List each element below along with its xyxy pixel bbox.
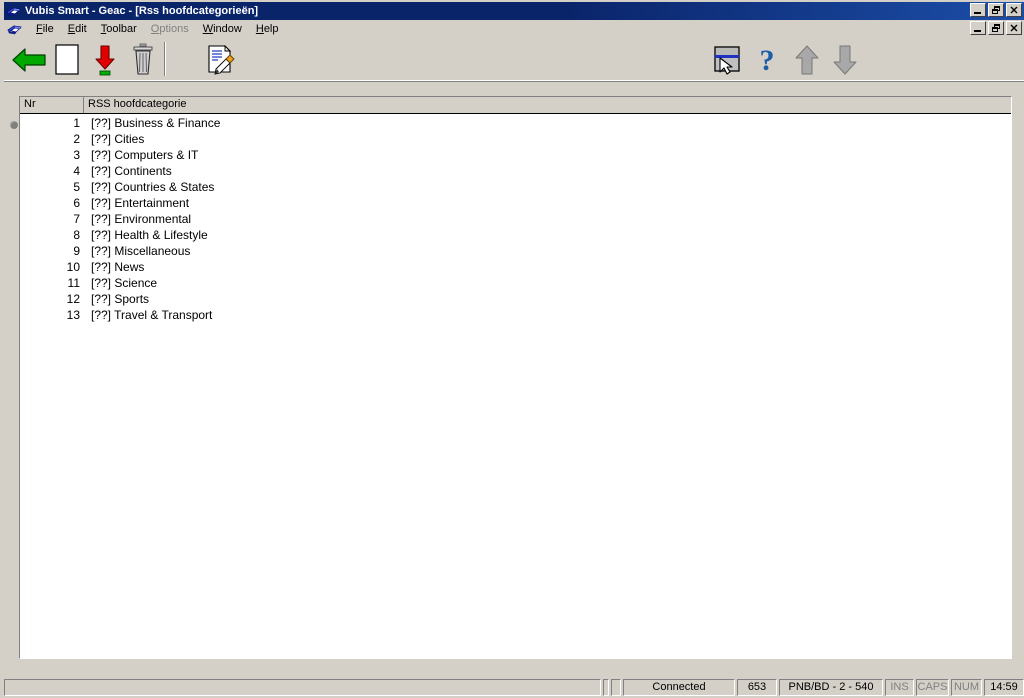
mdi-minimize-button[interactable] [970, 21, 986, 35]
row-number: 5 [73, 180, 80, 194]
move-down-button[interactable] [826, 41, 864, 79]
current-record-marker[interactable] [10, 121, 18, 129]
table-row[interactable]: 6 [??] Entertainment [20, 195, 1011, 211]
status-time: 14:59 [984, 679, 1024, 696]
menu-window[interactable]: Window [196, 22, 249, 37]
table-row[interactable]: 1 [??] Business & Finance [20, 115, 1011, 131]
grey-down-arrow-icon [833, 45, 857, 75]
row-number: 2 [73, 132, 80, 146]
select-down-button[interactable] [86, 41, 124, 79]
toolbar: ? [4, 38, 1024, 82]
blank-page-icon [55, 44, 79, 75]
mdi-restore-button[interactable] [988, 21, 1004, 35]
row-number: 12 [66, 292, 80, 306]
new-button[interactable] [48, 41, 86, 79]
table-row[interactable]: 7 [??] Environmental [20, 211, 1011, 227]
books-icon [6, 3, 22, 19]
pick-window-button[interactable] [708, 41, 746, 79]
close-button[interactable] [1006, 3, 1022, 17]
status-bar: Connected 653 PNB/BD - 2 - 540 INS CAPS … [4, 678, 1024, 696]
row-category-label: [??] Science [91, 276, 158, 290]
edit-button[interactable] [202, 41, 240, 79]
row-category-label: [??] Business & Finance [91, 116, 221, 130]
svg-text:?: ? [760, 44, 775, 77]
mdi-client-area: Nr RSS hoofdcategorie 1 [??] Business & F… [6, 88, 1022, 668]
row-category-label: [??] Continents [91, 164, 172, 178]
delete-button[interactable] [124, 41, 162, 79]
row-category-label: [??] Entertainment [91, 196, 190, 210]
table-row[interactable]: 3 [??] Computers & IT [20, 147, 1011, 163]
status-caps: CAPS [916, 679, 949, 696]
table-row[interactable]: 10 [??] News [20, 259, 1011, 275]
grey-up-arrow-icon [795, 45, 819, 75]
row-category-label: [??] Travel & Transport [91, 308, 213, 322]
row-category-label: [??] Sports [91, 292, 150, 306]
application-window: Vubis Smart - Geac - [Rss hoofdcategorie… [0, 0, 1024, 698]
row-category-label: [??] Miscellaneous [91, 244, 191, 258]
record-marker-track [6, 88, 18, 668]
row-number: 7 [73, 212, 80, 226]
row-category-label: [??] Environmental [91, 212, 192, 226]
window-title: Vubis Smart - Geac - [Rss hoofdcategorie… [25, 5, 259, 17]
row-number: 10 [66, 260, 80, 274]
blue-question-mark-icon: ? [760, 44, 775, 77]
category-list[interactable]: Nr RSS hoofdcategorie 1 [??] Business & F… [19, 96, 1012, 659]
window-cursor-icon [714, 46, 740, 75]
row-number: 11 [67, 276, 80, 290]
table-row[interactable]: 11 [??] Science [20, 275, 1011, 291]
mdi-books-icon[interactable] [7, 21, 23, 37]
table-row[interactable]: 9 [??] Miscellaneous [20, 243, 1011, 259]
green-left-arrow-icon [12, 48, 46, 72]
help-button[interactable]: ? [748, 41, 786, 79]
toolbar-separator [164, 42, 166, 76]
title-bar: Vubis Smart - Geac - [Rss hoofdcategorie… [4, 2, 1024, 20]
row-category-label: [??] Countries & States [91, 180, 215, 194]
table-row[interactable]: 8 [??] Health & Lifestyle [20, 227, 1011, 243]
status-spacer-2 [611, 679, 621, 696]
mdi-close-button[interactable] [1006, 21, 1022, 35]
column-header-nr[interactable]: Nr [20, 97, 84, 113]
trash-can-icon [133, 43, 153, 75]
status-location: PNB/BD - 2 - 540 [779, 679, 883, 696]
restore-button[interactable] [988, 3, 1004, 17]
menu-help[interactable]: Help [249, 22, 286, 37]
status-message [4, 679, 601, 696]
mdi-window-controls [970, 21, 1022, 35]
table-row[interactable]: 2 [??] Cities [20, 131, 1011, 147]
menu-file[interactable]: File [29, 22, 61, 37]
row-number: 3 [73, 148, 80, 162]
column-header-category[interactable]: RSS hoofdcategorie [84, 97, 1011, 113]
row-category-label: [??] Cities [91, 132, 145, 146]
menu-toolbar[interactable]: Toolbar [94, 22, 144, 37]
row-category-label: [??] News [91, 260, 145, 274]
row-category-label: [??] Health & Lifestyle [91, 228, 208, 242]
row-number: 6 [73, 196, 80, 210]
status-num: NUM [951, 679, 982, 696]
minimize-button[interactable] [970, 3, 986, 17]
menu-edit[interactable]: Edit [61, 22, 94, 37]
table-row[interactable]: 5 [??] Countries & States [20, 179, 1011, 195]
menu-options: Options [150, 22, 189, 35]
table-row[interactable]: 4 [??] Continents [20, 163, 1011, 179]
table-row[interactable]: 13 [??] Travel & Transport [20, 307, 1011, 323]
row-category-label: [??] Computers & IT [91, 148, 199, 162]
row-number: 1 [73, 116, 80, 130]
table-row[interactable]: 12 [??] Sports [20, 291, 1011, 307]
document-pencil-icon [208, 44, 235, 75]
row-number: 8 [73, 228, 80, 242]
status-spacer-1 [603, 679, 609, 696]
status-ins: INS [885, 679, 914, 696]
red-down-arrow-icon [95, 45, 115, 76]
back-button[interactable] [10, 41, 48, 79]
row-number: 13 [66, 308, 80, 322]
status-count: 653 [737, 679, 777, 696]
move-up-button[interactable] [788, 41, 826, 79]
row-number: 9 [73, 244, 80, 258]
window-controls [970, 3, 1022, 17]
row-number: 4 [73, 164, 80, 178]
list-header: Nr RSS hoofdcategorie [20, 97, 1011, 114]
menu-bar: File Edit Toolbar Options Window Help [4, 20, 1024, 38]
status-connection: Connected [623, 679, 735, 696]
list-rows: 1 [??] Business & Finance 2 [??] Cities 3 [??… [20, 114, 1011, 323]
